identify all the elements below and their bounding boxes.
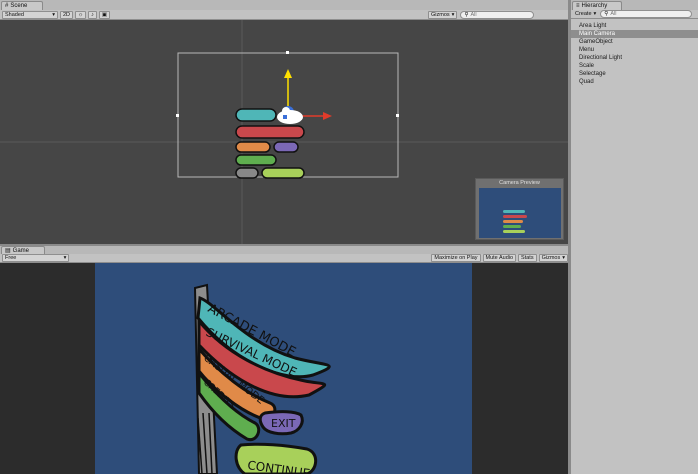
hierarchy-item-directional-light[interactable]: Directional Light bbox=[579, 54, 622, 62]
hierarchy-item-menu[interactable]: Menu bbox=[579, 46, 594, 54]
stats-toggle[interactable]: Stats bbox=[518, 254, 537, 262]
hierarchy-item-main-camera[interactable]: Main Camera bbox=[571, 30, 698, 38]
chevron-down-icon: ▾ bbox=[451, 11, 455, 18]
hierarchy-item-area-light[interactable]: Area Light bbox=[579, 22, 606, 30]
hierarchy-search-input[interactable] bbox=[610, 11, 671, 17]
lighting-toggle-icon[interactable]: ☼ bbox=[75, 10, 87, 19]
tab-hierarchy[interactable]: ≡ Hierarchy bbox=[572, 1, 622, 10]
hierarchy-item-selectage[interactable]: Selectage bbox=[579, 70, 606, 78]
scene-search-input[interactable] bbox=[470, 11, 531, 18]
audio-toggle-icon[interactable]: ♪ bbox=[88, 10, 97, 19]
game-menu-art: ARCADE MODE SURVIVAL MODE CASUAL MODE CR… bbox=[193, 283, 331, 474]
mute-audio-toggle[interactable]: Mute Audio bbox=[482, 254, 517, 262]
camera-preview-title: Camera Preview bbox=[499, 180, 540, 186]
aspect-dropdown[interactable]: Free ▾ bbox=[2, 254, 70, 262]
game-canvas[interactable]: ARCADE MODE SURVIVAL MODE CASUAL MODE CR… bbox=[95, 263, 472, 474]
exit-label: EXIT bbox=[271, 417, 296, 430]
search-icon: ⚲ bbox=[464, 11, 469, 18]
hierarchy-toolbar: Create ▾ ⚲ bbox=[571, 10, 698, 19]
hierarchy-panel: Area Light Main Camera GameObject Menu D… bbox=[571, 19, 698, 474]
effects-toggle-icon[interactable]: ▣ bbox=[98, 10, 111, 19]
frustum-handle-right bbox=[396, 114, 399, 117]
hierarchy-item-gameobject[interactable]: GameObject bbox=[579, 38, 613, 46]
tab-scene[interactable]: # Scene bbox=[1, 1, 43, 10]
scene-toolbar: Shaded ▾ 2D ☼ ♪ ▣ Gizmos ▾ ⚲ bbox=[0, 10, 568, 20]
hierarchy-tab-strip: ≡ Hierarchy bbox=[571, 0, 698, 10]
game-viewport: ARCADE MODE SURVIVAL MODE CASUAL MODE CR… bbox=[0, 263, 568, 474]
chevron-down-icon: ▾ bbox=[593, 11, 597, 17]
scene-gizmos-dropdown[interactable]: Gizmos ▾ bbox=[428, 10, 458, 19]
scene-viewport[interactable]: Camera Preview bbox=[0, 20, 568, 244]
camera-preview: Camera Preview bbox=[475, 178, 564, 240]
create-dropdown[interactable]: Create ▾ bbox=[573, 10, 598, 18]
chevron-down-icon: ▾ bbox=[52, 11, 55, 18]
maximize-on-play-toggle[interactable]: Maximize on Play bbox=[431, 254, 481, 262]
frustum-handle-top bbox=[286, 51, 289, 54]
preview-menu bbox=[503, 210, 527, 233]
toggle-2d-button[interactable]: 2D bbox=[60, 10, 74, 19]
hierarchy-search-field[interactable]: ⚲ bbox=[600, 10, 693, 18]
scene-search-field[interactable]: ⚲ bbox=[460, 10, 535, 19]
shading-mode-dropdown[interactable]: Shaded ▾ bbox=[2, 10, 58, 19]
search-icon: ⚲ bbox=[604, 11, 609, 17]
move-gizmo bbox=[277, 69, 332, 124]
tab-game[interactable]: ▤ Game bbox=[1, 246, 45, 254]
game-gizmos-dropdown[interactable]: Gizmos ▾ bbox=[538, 254, 568, 262]
chevron-down-icon: ▾ bbox=[63, 255, 67, 261]
scene-grid-icon: # bbox=[5, 3, 9, 9]
scene-tab-strip: # Scene bbox=[0, 0, 568, 10]
game-tab-strip: ▤ Game bbox=[0, 246, 568, 254]
frustum-handle-left bbox=[176, 114, 179, 117]
camera-preview-image bbox=[479, 188, 561, 238]
hierarchy-list-icon: ≡ bbox=[576, 3, 580, 9]
hierarchy-item-quad[interactable]: Quad bbox=[579, 78, 594, 86]
game-toolbar: Free ▾ Maximize on Play Mute Audio Stats… bbox=[0, 254, 568, 263]
chevron-down-icon: ▾ bbox=[562, 255, 565, 261]
hierarchy-item-scale[interactable]: Scale bbox=[579, 62, 594, 70]
